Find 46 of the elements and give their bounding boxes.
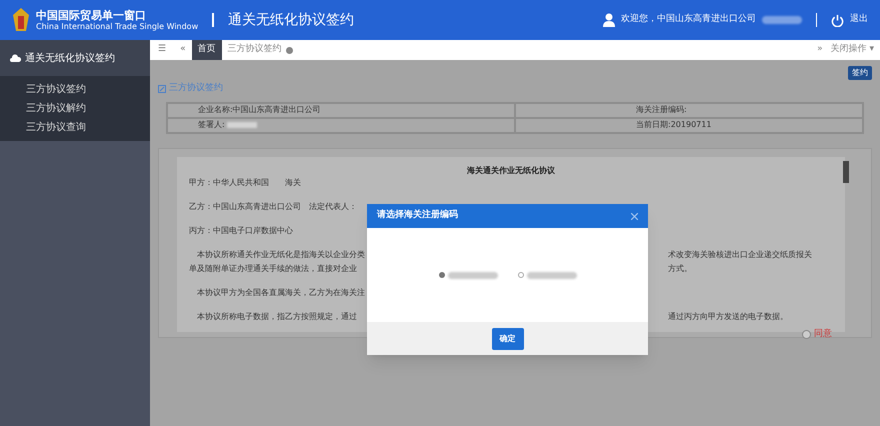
- edit-icon: [158, 84, 166, 93]
- radio-option[interactable]: [438, 272, 498, 278]
- scroll-left-icon[interactable]: «: [174, 43, 192, 57]
- logout-button[interactable]: 退出: [831, 13, 868, 27]
- agreement-text: 丙方：中国电子口岸数据中心: [189, 224, 293, 236]
- agreement-text: 本协议甲方为全国各直属海关，乙方为在海关注: [197, 286, 365, 298]
- field-value: 中国山东高青进出口公司: [232, 104, 321, 116]
- welcome-text: 欢迎您，中国山东高青进出口公司: [621, 13, 756, 26]
- field-value: 20190711: [670, 119, 712, 131]
- agreement-text: 通过丙方向甲方发送的电子数据。: [668, 310, 789, 322]
- agreement-text: 方式。: [668, 262, 693, 274]
- agreement-text: 术改变海关验核进出口企业递交纸质报关: [668, 248, 813, 260]
- radio-option[interactable]: [518, 272, 576, 278]
- logo-subtitle: China International Trade Single Window: [36, 22, 198, 30]
- menu-icon[interactable]: ☰: [150, 43, 174, 57]
- close-tab-icon[interactable]: [286, 46, 293, 54]
- tab[interactable]: 首页: [192, 40, 222, 60]
- field-label: 企业名称:: [198, 104, 233, 116]
- section-title: 三方协议签约: [169, 82, 223, 95]
- redacted-name: [762, 16, 802, 24]
- user-icon: [603, 13, 615, 27]
- agreement-text: 乙方：中国山东高青进出口公司 法定代表人：: [189, 200, 357, 212]
- sidebar-item[interactable]: 三方协议查询: [0, 118, 150, 137]
- power-icon: [831, 14, 844, 26]
- cloud-icon: [10, 54, 21, 62]
- field-label: 签署人:: [198, 119, 225, 131]
- agreement-title: 海关通关作业无纸化协议: [467, 164, 555, 176]
- sidebar-item[interactable]: 三方协议解约: [0, 99, 150, 118]
- system-title: 通关无纸化协议签约: [228, 10, 354, 30]
- sidebar-item[interactable]: 三方协议签约: [0, 80, 150, 99]
- scrollbar-thumb[interactable]: [843, 160, 849, 182]
- agreement-text: 本协议所称通关作业无纸化是指海关以企业分类: [197, 248, 365, 260]
- close-icon[interactable]: [631, 212, 638, 220]
- close-menu-dropdown[interactable]: 关闭操作 ▾: [830, 43, 880, 57]
- emblem-icon: [12, 7, 30, 33]
- sign-button[interactable]: 签约: [848, 66, 872, 80]
- agreement-text: 甲方：中华人民共和国 海关: [189, 176, 301, 188]
- agreement-text: 本协议所称电子数据，指乙方按照规定，通过: [197, 310, 357, 322]
- scroll-right-icon[interactable]: »: [809, 43, 831, 57]
- field-label: 海关注册编码:: [636, 104, 687, 116]
- dialog-title: 请选择海关注册编码: [377, 209, 458, 222]
- confirm-button[interactable]: 确定: [492, 328, 524, 350]
- logo-title: 中国国际贸易单一窗口: [36, 10, 147, 20]
- sidebar-title: 通关无纸化协议签约: [25, 52, 115, 66]
- agreement-text: 单及随附单证办理通关手续的做法，直接对企业: [189, 262, 357, 274]
- field-label: 当前日期:: [636, 119, 671, 131]
